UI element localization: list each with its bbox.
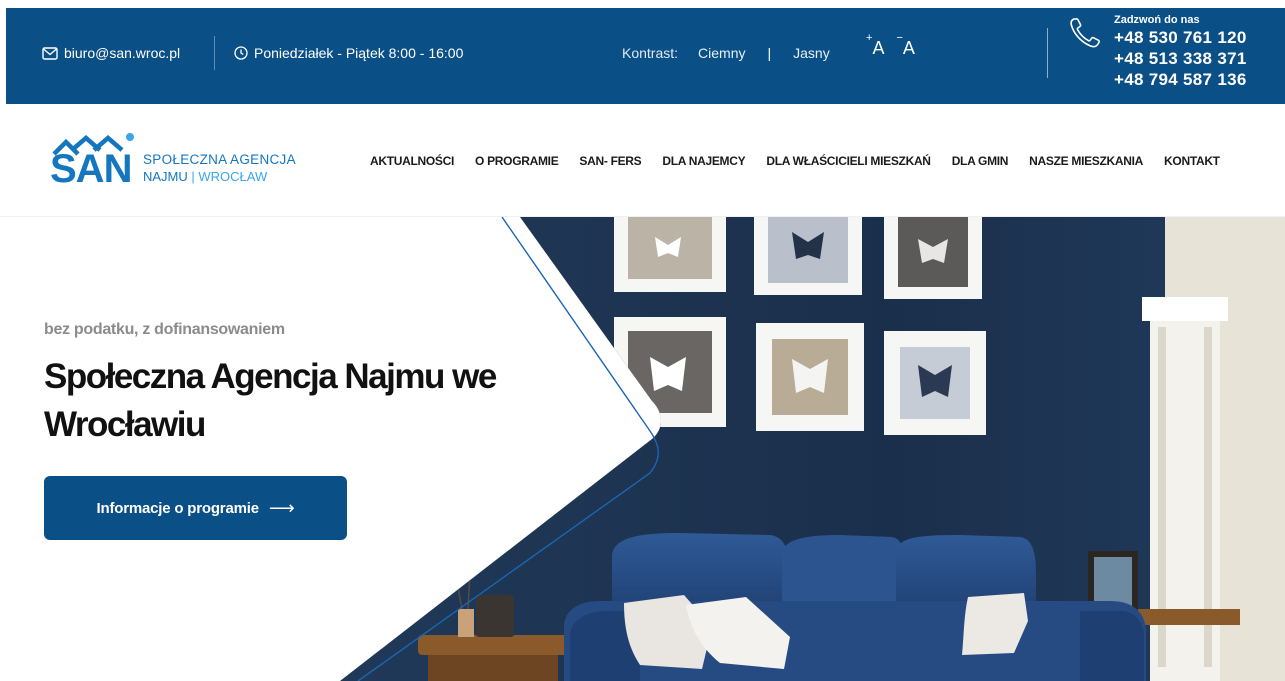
email-text[interactable]: biuro@san.wroc.pl: [64, 44, 180, 62]
email-link[interactable]: biuro@san.wroc.pl: [42, 44, 180, 62]
divider: [214, 36, 215, 70]
logo-najmu: NAJMU: [143, 169, 188, 184]
contrast-divider: |: [767, 45, 772, 61]
font-size-controls: +A −A: [866, 32, 915, 59]
site-header: SAN SPOŁECZNA AGENCJA NAJMU | WROCŁAW AK…: [0, 104, 1285, 217]
nav-item-dla-gmin[interactable]: DLA GMIN: [952, 154, 1009, 168]
divider: [1047, 28, 1048, 78]
main-nav: AKTUALNOŚCI O PROGRAMIE SAN- FERS DLA NA…: [370, 154, 1220, 168]
nav-item-dla-najemcy[interactable]: DLA NAJEMCY: [662, 154, 745, 168]
phone-number-3[interactable]: +48 794 587 136: [1114, 69, 1247, 90]
phone-label: Zadzwoń do nas: [1114, 14, 1200, 26]
program-info-button-label: Informacje o programie: [96, 499, 260, 517]
hero-eyebrow: bez podatku, z dofinansowaniem: [44, 321, 285, 338]
logo-city: WROCŁAW: [198, 169, 268, 184]
font-increase-button[interactable]: +A: [866, 32, 885, 59]
nav-item-aktualnosci[interactable]: AKTUALNOŚCI: [370, 154, 454, 168]
nav-item-o-programie[interactable]: O PROGRAMIE: [475, 154, 559, 168]
arrow-right-icon: ⟶: [268, 497, 295, 518]
hero-headline: Społeczna Agencja Najmu we Wrocławiu: [44, 357, 497, 444]
nav-item-nasze-mieszkania[interactable]: NASZE MIESZKANIA: [1029, 154, 1143, 168]
phone-number-2[interactable]: +48 513 338 371: [1114, 48, 1247, 69]
phone-contacts: Zadzwoń do nas +48 530 761 120 +48 513 3…: [1114, 13, 1247, 90]
hero-living-room-image: [340, 217, 1285, 681]
minus-sign: −: [896, 32, 903, 44]
envelope-icon: [42, 46, 58, 60]
clock-icon: [234, 46, 248, 60]
phone-number-1[interactable]: +48 530 761 120: [1114, 27, 1247, 48]
office-hours: Poniedziałek - Piątek 8:00 - 16:00: [234, 44, 463, 62]
nav-item-kontakt[interactable]: KONTAKT: [1164, 154, 1220, 168]
top-bar: biuro@san.wroc.pl Poniedziałek - Piątek …: [6, 8, 1285, 104]
phone-icon: [1070, 18, 1100, 48]
logo-separator: |: [187, 169, 199, 184]
font-increase-label: A: [872, 38, 885, 58]
font-decrease-button[interactable]: −A: [896, 32, 915, 59]
logo-mark: SAN: [50, 147, 132, 191]
nav-item-dla-wlascicieli[interactable]: DLA WŁAŚCICIELI MIESZKAŃ: [766, 154, 931, 168]
hero-text-block: bez podatku, z dofinansowaniem Społeczna…: [44, 321, 524, 449]
font-decrease-label: A: [902, 38, 915, 58]
contrast-dark-button[interactable]: Ciemny: [698, 44, 745, 62]
nav-item-san-fers[interactable]: SAN- FERS: [579, 154, 641, 168]
logo-line-2: NAJMU | WROCŁAW: [143, 169, 267, 184]
hero-section: bez podatku, z dofinansowaniem Społeczna…: [0, 217, 1285, 681]
plus-sign: +: [866, 32, 873, 44]
logo-line-1: SPOŁECZNA AGENCJA: [143, 152, 296, 167]
program-info-button[interactable]: Informacje o programie ⟶: [44, 476, 347, 540]
contrast-light-button[interactable]: Jasny: [793, 44, 830, 62]
contrast-switcher: Kontrast: Ciemny | Jasny: [622, 44, 830, 62]
site-logo[interactable]: SAN SPOŁECZNA AGENCJA NAJMU | WROCŁAW: [50, 130, 300, 190]
hours-text: Poniedziałek - Piątek 8:00 - 16:00: [254, 45, 464, 61]
contrast-label: Kontrast:: [622, 45, 679, 61]
